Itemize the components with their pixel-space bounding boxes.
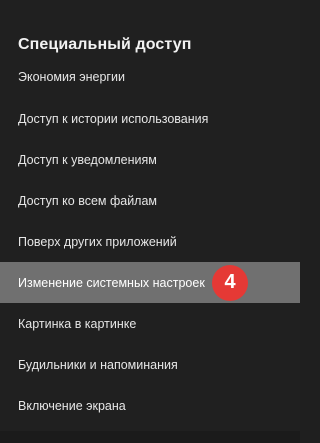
list-item-label: Доступ ко всем файлам (18, 193, 158, 208)
list-item-notification-access[interactable]: Доступ к уведомлениям (0, 139, 300, 180)
list-item-modify-system-settings[interactable]: Изменение системных настроек 4 (0, 262, 300, 303)
list-item-label: Поверх других приложений (18, 234, 177, 249)
list-item-label: Картинка в картинке (18, 316, 137, 331)
list-item-display-over-apps[interactable]: Поверх других приложений (0, 221, 300, 262)
list-item-picture-in-picture[interactable]: Картинка в картинке (0, 303, 300, 344)
page-title: Специальный доступ (18, 36, 192, 53)
bottom-edge (0, 431, 300, 443)
special-access-list: Экономия энергии Доступ к истории исполь… (0, 58, 300, 426)
list-item-label: Экономия энергии (18, 70, 125, 84)
settings-screen: Специальный доступ Экономия энергии Дост… (0, 0, 300, 443)
list-item-label: Включение экрана (18, 398, 126, 413)
list-item-label: Доступ к уведомлениям (18, 152, 157, 167)
step-number-badge: 4 (212, 264, 248, 301)
list-item-alarms-reminders[interactable]: Будильники и напоминания (0, 344, 300, 385)
list-item-usage-history-access[interactable]: Доступ к истории использования (0, 98, 300, 139)
list-item-label: Изменение системных настроек (18, 275, 205, 290)
list-item-power-saving[interactable]: Экономия энергии (0, 58, 300, 98)
list-item-all-files-access[interactable]: Доступ ко всем файлам (0, 180, 300, 221)
list-item-turn-screen-on[interactable]: Включение экрана (0, 385, 300, 426)
list-item-label: Доступ к истории использования (18, 111, 209, 126)
list-item-label: Будильники и напоминания (18, 357, 178, 372)
